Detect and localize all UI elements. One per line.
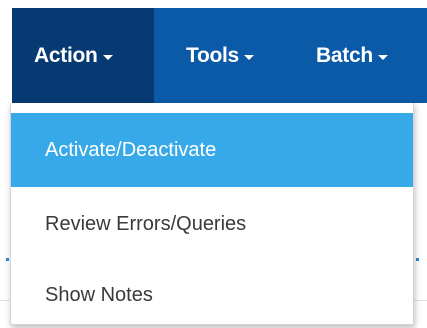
menu-item-label: Activate/Deactivate xyxy=(45,138,217,161)
menu-action-label: Action xyxy=(34,43,98,67)
menu-action[interactable]: Action xyxy=(12,8,154,103)
menu-item-label: Show Notes xyxy=(45,283,153,306)
menu-tools[interactable]: Tools xyxy=(154,8,284,103)
action-dropdown-menu: Activate/Deactivate Review Errors/Querie… xyxy=(10,103,414,325)
menu-item-review-errors-queries[interactable]: Review Errors/Queries xyxy=(11,187,413,261)
caret-down-icon xyxy=(102,54,113,60)
caret-down-icon xyxy=(377,54,388,60)
caret-down-icon xyxy=(243,54,254,60)
menu-tools-label: Tools xyxy=(186,43,239,67)
screen: Action Tools Batch Activate/Deactivate R… xyxy=(0,0,427,328)
menu-bar: Action Tools Batch xyxy=(12,8,427,103)
background-marker xyxy=(6,258,9,261)
background-divider xyxy=(414,300,427,301)
background-marker xyxy=(416,258,419,261)
menu-batch-label: Batch xyxy=(316,43,373,67)
background-divider xyxy=(0,300,10,301)
menu-item-activate-deactivate[interactable]: Activate/Deactivate xyxy=(11,113,413,187)
menu-batch[interactable]: Batch xyxy=(284,8,427,103)
menu-item-label: Review Errors/Queries xyxy=(45,212,247,235)
menu-item-show-notes[interactable]: Show Notes xyxy=(11,258,413,328)
